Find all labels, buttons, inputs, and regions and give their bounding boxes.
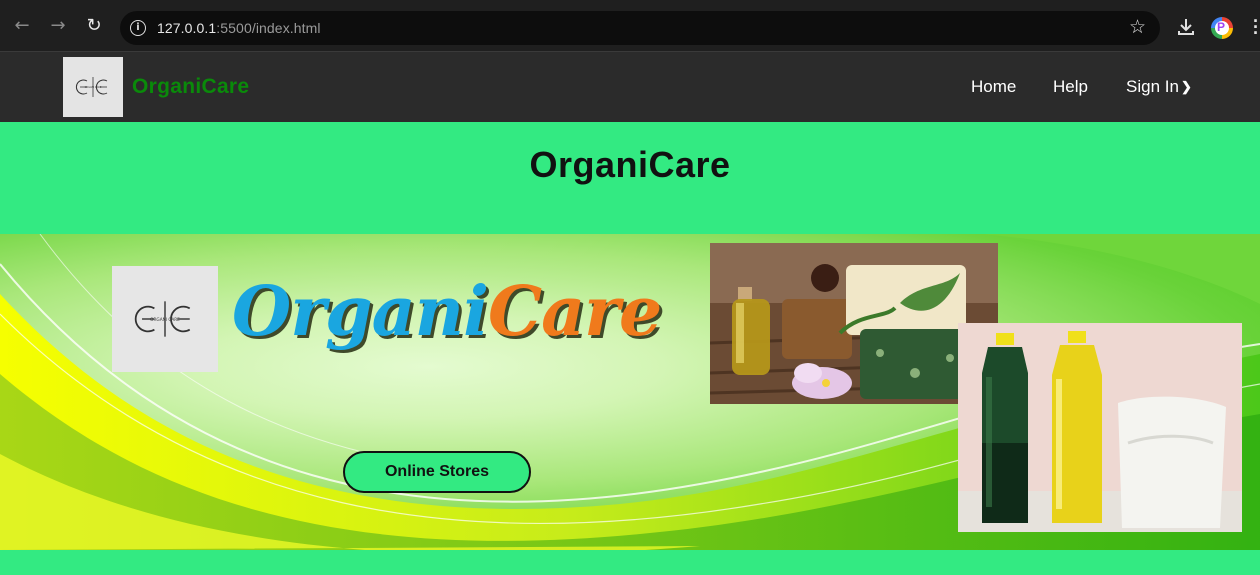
forward-icon[interactable]: → xyxy=(48,16,68,36)
nav-link-signin[interactable]: Sign In ❯ xyxy=(1126,77,1192,97)
browser-toolbar: ← → ↻ i 127.0.0.1:5500/index.html ☆ P · ·… xyxy=(0,0,1260,52)
nav-link-home[interactable]: Home xyxy=(971,77,1016,97)
bookmark-star-icon[interactable]: ☆ xyxy=(1129,16,1146,38)
nav-logo-text: ORGANI CARE xyxy=(85,86,102,89)
nav-link-help[interactable]: Help xyxy=(1053,77,1088,97)
online-stores-button[interactable]: Online Stores xyxy=(343,451,531,493)
banner-logo-text: ORGANI CARE xyxy=(150,317,180,322)
hero-banner: ORGANI CARE OrganiCare Online Stores xyxy=(0,234,1260,550)
site-navbar: ORGANI CARE OrganiCare Home Help Sign In… xyxy=(0,52,1260,122)
nav-logo[interactable]: ORGANI CARE xyxy=(63,57,123,117)
banner-wordmark: OrganiCare xyxy=(232,272,662,352)
site-info-icon[interactable]: i xyxy=(130,20,146,36)
bottles-products-photo xyxy=(958,323,1242,532)
page-title: OrganiCare xyxy=(529,144,731,185)
url-text[interactable]: 127.0.0.1:5500/index.html xyxy=(157,20,321,36)
brand-name[interactable]: OrganiCare xyxy=(132,75,249,99)
menu-icon[interactable]: · · · xyxy=(1253,12,1259,42)
address-bar[interactable]: i 127.0.0.1:5500/index.html ☆ xyxy=(120,11,1160,45)
profile-letter: P xyxy=(1217,20,1226,34)
wordmark-organi: Organi xyxy=(232,272,489,352)
download-icon[interactable] xyxy=(1176,17,1196,37)
reload-icon[interactable]: ↻ xyxy=(84,16,104,36)
back-icon[interactable]: ← xyxy=(12,16,32,36)
wordmark-care: Care xyxy=(487,272,662,352)
signin-label: Sign In xyxy=(1126,77,1179,96)
chevron-down-icon: ❯ xyxy=(1180,79,1192,94)
soap-products-photo xyxy=(710,243,998,404)
banner-logo: ORGANI CARE xyxy=(112,266,218,372)
